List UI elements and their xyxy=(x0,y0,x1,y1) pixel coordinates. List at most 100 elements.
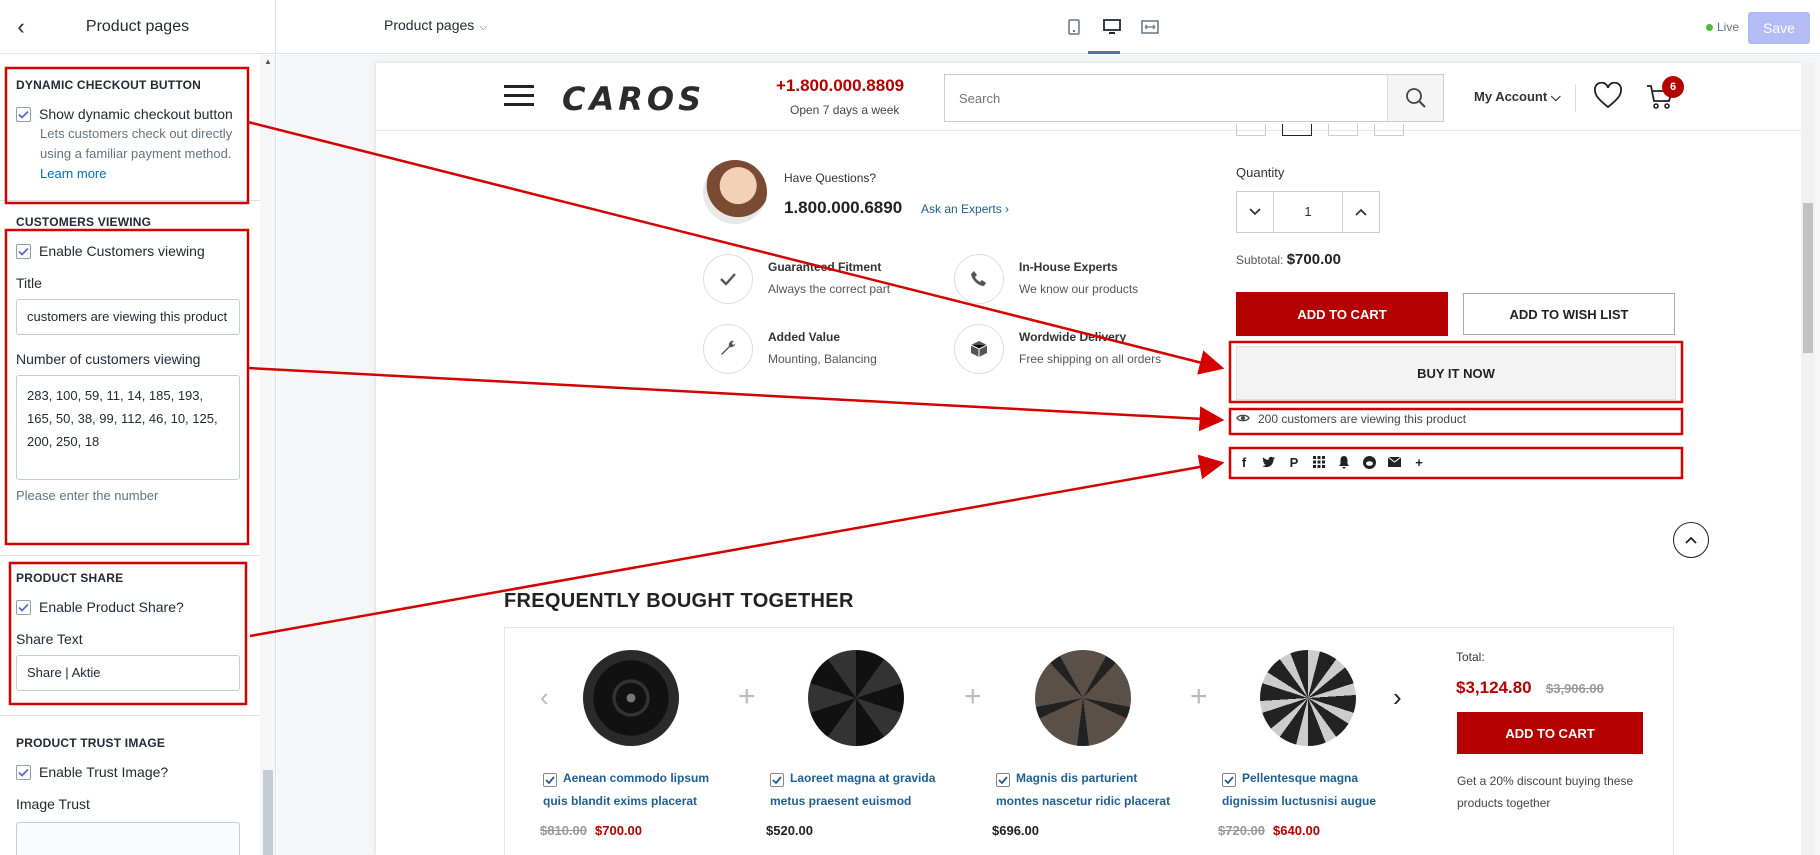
checkbox-checked-icon[interactable] xyxy=(16,599,31,615)
sidebar-scroll-thumb[interactable] xyxy=(263,770,273,855)
chevron-right-icon: › xyxy=(1005,202,1010,216)
back-arrow-icon[interactable]: ‹ xyxy=(8,14,34,40)
fbt-product-name[interactable]: Pellentesque magna dignissim luctusnisi a… xyxy=(1222,767,1376,813)
cart-count-badge: 6 xyxy=(1662,76,1684,98)
plus-share-icon[interactable]: + xyxy=(1411,454,1427,470)
add-to-wishlist-button[interactable]: ADD TO WISH LIST xyxy=(1463,293,1675,335)
store-logo[interactable]: CAROS xyxy=(562,80,705,118)
header-phone[interactable]: +1.800.000.8809 xyxy=(776,76,904,96)
ask-experts-label: Ask an Experts xyxy=(921,202,1002,216)
fbt-add-to-cart-button[interactable]: ADD TO CART xyxy=(1457,712,1643,754)
fullscreen-view-icon[interactable] xyxy=(1138,16,1162,38)
email-icon[interactable] xyxy=(1386,454,1402,470)
subtotal: Subtotal: $700.00 xyxy=(1236,251,1341,268)
product-name-line2: metus praesent euismod xyxy=(770,794,912,808)
back-to-top-icon[interactable] xyxy=(1673,522,1709,558)
feature-title: Guaranteed Fitment xyxy=(768,260,882,274)
viewport-switcher xyxy=(1062,16,1162,38)
preview-scrollbar[interactable] xyxy=(1801,63,1815,855)
desktop-view-icon[interactable] xyxy=(1100,16,1124,38)
questions-phone[interactable]: 1.800.000.6890 xyxy=(784,198,902,218)
checkbox-checked-icon[interactable] xyxy=(16,243,31,259)
checkbox-checked-icon[interactable] xyxy=(996,773,1010,787)
product-image[interactable] xyxy=(1260,650,1356,746)
viewing-title-input[interactable]: customers are viewing this product xyxy=(16,299,240,335)
share-text-input[interactable]: Share | Aktie xyxy=(16,655,240,691)
header-hours: Open 7 days a week xyxy=(790,103,900,117)
buy-it-now-button[interactable]: BUY IT NOW xyxy=(1236,346,1676,400)
product-share-checkbox-row[interactable]: Enable Product Share? xyxy=(16,599,244,615)
image-trust-picker[interactable] xyxy=(16,822,240,855)
product-name-line1: Aenean commodo lipsum xyxy=(563,771,710,785)
checkbox-checked-icon[interactable] xyxy=(543,773,557,787)
dynamic-checkout-checkbox-row[interactable]: Show dynamic checkout button xyxy=(16,106,244,122)
page-template-label: Product pages xyxy=(384,17,475,33)
checkbox-checked-icon[interactable] xyxy=(16,764,31,780)
menu-icon[interactable] xyxy=(504,85,534,107)
add-to-cart-button[interactable]: ADD TO CART xyxy=(1236,292,1448,336)
mobile-view-icon[interactable] xyxy=(1062,16,1086,38)
product-image[interactable] xyxy=(808,650,904,746)
fbt-heading: FREQUENTLY BOUGHT TOGETHER xyxy=(504,590,854,612)
customers-viewing-checkbox-row[interactable]: Enable Customers viewing xyxy=(16,243,244,259)
chevron-right-icon[interactable]: › xyxy=(1393,682,1402,713)
trust-image-checkbox-row[interactable]: Enable Trust Image? xyxy=(16,764,244,780)
variant-swatch[interactable] xyxy=(1236,124,1266,136)
section-divider xyxy=(0,715,260,716)
fbt-product-name[interactable]: Magnis dis parturient montes nascetur rid… xyxy=(996,767,1170,813)
ask-experts-link[interactable]: Ask an Experts › xyxy=(921,202,1009,216)
page-template-select[interactable]: Product pages ⌵ xyxy=(384,17,488,34)
wishlist-heart-icon[interactable] xyxy=(1593,81,1623,115)
search-icon[interactable] xyxy=(1387,75,1443,121)
search-input[interactable] xyxy=(945,75,1385,121)
live-label: Live xyxy=(1717,20,1740,34)
reddit-icon[interactable] xyxy=(1361,454,1377,470)
variant-swatch[interactable] xyxy=(1374,124,1404,136)
number-field-note: Please enter the number xyxy=(16,488,159,503)
variant-swatch[interactable] xyxy=(1282,124,1312,136)
old-price: $810.00 xyxy=(540,823,587,838)
learn-more-link[interactable]: Learn more xyxy=(40,166,106,181)
pinterest-icon[interactable]: P xyxy=(1286,454,1302,470)
sidebar-scrollbar[interactable]: ▲ xyxy=(260,55,275,855)
title-field-label: Title xyxy=(16,275,42,291)
variant-swatch[interactable] xyxy=(1328,124,1358,136)
bell-share-icon[interactable] xyxy=(1336,454,1352,470)
checkbox-checked-icon[interactable] xyxy=(1222,773,1236,787)
fbt-discount-note: Get a 20% discount buying these products… xyxy=(1457,774,1634,810)
dynamic-checkout-help-text: Lets customers check out directly using … xyxy=(40,126,233,161)
feature-subtitle: Mounting, Balancing xyxy=(768,352,877,366)
editor-topbar: Product pages ‹ Product pages ⌵ Live Save xyxy=(0,0,1820,54)
preview-scroll-thumb[interactable] xyxy=(1803,203,1813,353)
header-separator xyxy=(1575,84,1576,112)
section-divider xyxy=(0,200,260,201)
checkbox-checked-icon[interactable] xyxy=(16,106,31,122)
viewing-numbers-textarea[interactable]: 283, 100, 59, 11, 14, 185, 193, 165, 50,… xyxy=(16,375,240,480)
product-name-line1: Pellentesque magna xyxy=(1242,771,1359,785)
increase-chevron-icon[interactable] xyxy=(1343,192,1379,232)
scroll-up-icon[interactable]: ▲ xyxy=(264,57,272,66)
price: $520.00 xyxy=(766,823,813,838)
box-icon xyxy=(954,324,1004,374)
chevron-left-icon[interactable]: ‹ xyxy=(540,682,549,713)
active-view-indicator xyxy=(1088,51,1120,54)
viewing-text: 200 customers are viewing this product xyxy=(1258,412,1467,426)
twitter-icon[interactable] xyxy=(1261,454,1277,470)
fbt-product-name[interactable]: Aenean commodo lipsum quis blandit exims … xyxy=(543,767,709,813)
facebook-icon[interactable]: f xyxy=(1236,454,1252,470)
trust-image-title: PRODUCT TRUST IMAGE xyxy=(16,736,166,750)
checkbox-checked-icon[interactable] xyxy=(770,773,784,787)
dynamic-checkout-title: DYNAMIC CHECKOUT BUTTON xyxy=(16,78,202,92)
eye-icon xyxy=(1236,412,1250,426)
product-image[interactable] xyxy=(1035,650,1131,746)
my-account-menu[interactable]: My Account ⌵ xyxy=(1474,89,1561,105)
quantity-stepper: 1 xyxy=(1236,191,1380,233)
plus-icon: + xyxy=(964,680,982,713)
decrease-chevron-icon[interactable] xyxy=(1237,192,1273,232)
save-button[interactable]: Save xyxy=(1748,12,1810,44)
grid-share-icon[interactable] xyxy=(1311,454,1327,470)
phone-icon xyxy=(954,254,1004,304)
quantity-input[interactable]: 1 xyxy=(1273,192,1343,232)
fbt-product-name[interactable]: Laoreet magna at gravida metus praesent e… xyxy=(770,767,935,813)
product-image[interactable] xyxy=(583,650,679,746)
